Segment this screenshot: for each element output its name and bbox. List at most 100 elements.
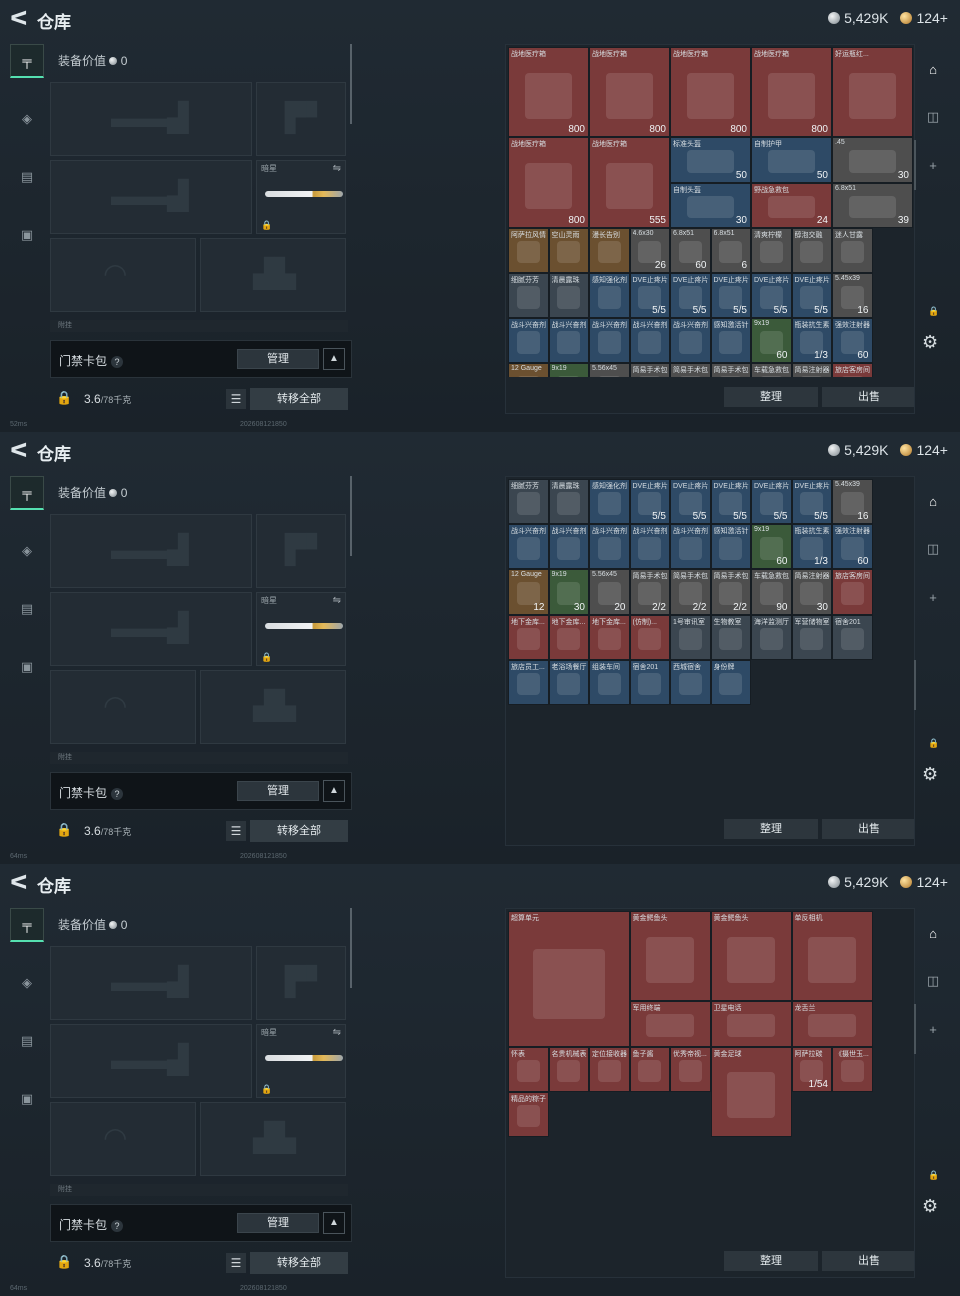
armor-icon[interactable]: ◈ (10, 966, 44, 1000)
loadout-scrollbar[interactable] (350, 908, 352, 988)
stash-item[interactable]: 单反相机 (791, 911, 873, 1002)
stash-item[interactable]: 清晨露珠 (548, 273, 589, 319)
plus-icon[interactable]: + (920, 152, 946, 178)
stash-item[interactable]: 战斗兴奋剂 (508, 318, 549, 364)
stash-item[interactable]: 黄金鳄鱼头 (710, 911, 792, 1002)
stash-item[interactable]: 阿萨拉风情 (508, 227, 549, 273)
stash-item[interactable]: 宿舍201 (832, 614, 873, 660)
stash-item[interactable]: 野战急救包 24 (751, 182, 832, 228)
backpack-icon[interactable]: ▤ (10, 592, 44, 626)
stash-item[interactable]: 组装车间 (589, 659, 630, 705)
stash-item[interactable]: 自制头盔 30 (670, 182, 751, 228)
stash-item[interactable]: 战地医疗箱 555 (589, 137, 670, 228)
swap-icon[interactable]: ⇋ (333, 1027, 341, 1038)
list-icon[interactable]: ☰ (226, 821, 246, 841)
loadout-scrollbar[interactable] (350, 476, 352, 556)
stash-item[interactable]: 感知激活针 (710, 524, 751, 570)
primary-weapon-slot[interactable]: ▬▬▟ (50, 514, 252, 588)
stash-item[interactable]: DVE止疼片 5/5 (670, 479, 711, 525)
stash-item[interactable]: 醇泡交融 (791, 227, 832, 273)
stash-item[interactable]: 好运瓶红... (832, 47, 913, 138)
help-icon[interactable]: ? (111, 1220, 124, 1232)
backpack-icon[interactable]: ▤ (10, 160, 44, 194)
stash-item[interactable]: 1号审讯室 (670, 614, 711, 660)
melee-slot[interactable]: 暗星 ⇋ 🔒 (256, 160, 346, 234)
manage-button[interactable]: 管理 (237, 349, 319, 369)
chevron-up-icon[interactable]: ▲ (323, 780, 345, 802)
stash-item[interactable]: 战地医疗箱 800 (751, 47, 832, 138)
stash-item[interactable]: 阿萨拉碳 1/54 (791, 1046, 832, 1092)
sort-button[interactable]: 整理 (724, 387, 818, 407)
stash-item[interactable]: 细腻芬芳 (508, 273, 549, 319)
stash-item[interactable]: 感知强化剂 (589, 273, 630, 319)
transfer-all-button[interactable]: 转移全部 (250, 1252, 348, 1274)
stash-item[interactable]: DVE止疼片 5/5 (629, 479, 670, 525)
gear-icon[interactable]: ⚙ (922, 764, 938, 785)
stash-item[interactable]: 5.45x39 16 (832, 273, 873, 319)
transfer-all-button[interactable]: 转移全部 (250, 820, 348, 842)
secondary-weapon-slot[interactable]: ▬▬▟ (50, 1024, 252, 1098)
stash-item[interactable]: 6.8x51 39 (832, 182, 913, 228)
stash-item[interactable]: 9x19 30 (548, 569, 589, 615)
stash-item[interactable]: 清爽柠檬 (751, 227, 792, 273)
stash-item[interactable]: 海洋监测厅 (751, 614, 792, 660)
stash-item[interactable]: 怀表 (508, 1046, 549, 1092)
stash-item[interactable]: 地下金库... (548, 614, 589, 660)
stash-item[interactable]: 战斗兴奋剂 (548, 318, 589, 364)
stash-item[interactable]: 5.56x45 20 (589, 569, 630, 615)
stash-item[interactable]: 战斗兴奋剂 (508, 524, 549, 570)
sell-button[interactable]: 出售 (822, 819, 914, 839)
primary-weapon-slot[interactable]: ▬▬▟ (50, 82, 252, 156)
stash-item[interactable]: 9x19 (548, 363, 589, 377)
help-icon[interactable]: ? (111, 356, 124, 368)
stash-item[interactable]: 战斗兴奋剂 (548, 524, 589, 570)
briefcase-icon[interactable]: ▣ (10, 1082, 44, 1116)
briefcase-icon[interactable]: ▣ (10, 650, 44, 684)
manage-button[interactable]: 管理 (237, 1213, 319, 1233)
stash-item[interactable]: 9x19 60 (751, 318, 792, 364)
stash-item[interactable]: 宿舍201 (629, 659, 670, 705)
stash-item[interactable]: .45 30 (832, 137, 913, 183)
stash-item[interactable]: 定位接收器 (589, 1046, 630, 1092)
loadout-scrollbar[interactable] (350, 44, 352, 124)
primary-weapon-slot[interactable]: ▬▬▟ (50, 946, 252, 1020)
pistol-icon[interactable]: ╤ (10, 44, 44, 78)
stash-item[interactable]: 漫长告别 (589, 227, 630, 273)
stash-item[interactable]: 地下金库... (508, 614, 549, 660)
stash-item[interactable]: 黄金足球 (710, 1046, 792, 1137)
stash-item[interactable]: 简易手术包 (629, 363, 670, 377)
pistol-slot[interactable]: ▛▘ (256, 946, 346, 1020)
stash-item[interactable]: 6.8x51 6 (710, 227, 751, 273)
stash-item[interactable]: 简易手术包 2/2 (629, 569, 670, 615)
stash-item[interactable]: 优秀帝视... (670, 1046, 711, 1092)
stash-item[interactable]: 战斗兴奋剂 (629, 318, 670, 364)
stash-item[interactable]: DVE止疼片 5/5 (791, 273, 832, 319)
help-icon[interactable]: ? (111, 788, 124, 800)
melee-slot[interactable]: 暗星 ⇋ 🔒 (256, 592, 346, 666)
secondary-weapon-slot[interactable]: ▬▬▟ (50, 592, 252, 666)
helmet-slot[interactable]: ◠ (50, 1102, 196, 1176)
knife-item[interactable] (265, 1055, 343, 1061)
vault-icon[interactable]: ⌂ (920, 920, 946, 946)
stash-item[interactable]: 战斗兴奋剂 (589, 524, 630, 570)
chevron-up-icon[interactable]: ▲ (323, 348, 345, 370)
stash-item[interactable]: 迷人甘露 (832, 227, 873, 273)
manage-button[interactable]: 管理 (237, 781, 319, 801)
stash-item[interactable]: 简易注射器 30 (791, 569, 832, 615)
stash-item[interactable]: 标准头盔 50 (670, 137, 751, 183)
stash-item[interactable]: DVE止疼片 5/5 (710, 479, 751, 525)
sort-button[interactable]: 整理 (724, 819, 818, 839)
plus-icon[interactable]: + (920, 584, 946, 610)
stash-item[interactable]: DVE止疼片 5/5 (791, 479, 832, 525)
stash-item[interactable]: 战斗兴奋剂 (670, 524, 711, 570)
gear-icon[interactable]: ⚙ (922, 1196, 938, 1217)
stash-item[interactable]: 瓶装抗生素 1/3 (791, 524, 832, 570)
stash-item[interactable]: 战斗兴奋剂 (589, 318, 630, 364)
stash-item[interactable]: 9x19 60 (751, 524, 792, 570)
armor-icon[interactable]: ◈ (10, 534, 44, 568)
stash-item[interactable]: 地下金库... (589, 614, 630, 660)
pistol-icon[interactable]: ╤ (10, 908, 44, 942)
back-arrow-icon[interactable]: ᐸ (10, 8, 28, 30)
stash-item[interactable]: 生物教室 (710, 614, 751, 660)
armor-slot[interactable]: ▟▙ (200, 670, 346, 744)
